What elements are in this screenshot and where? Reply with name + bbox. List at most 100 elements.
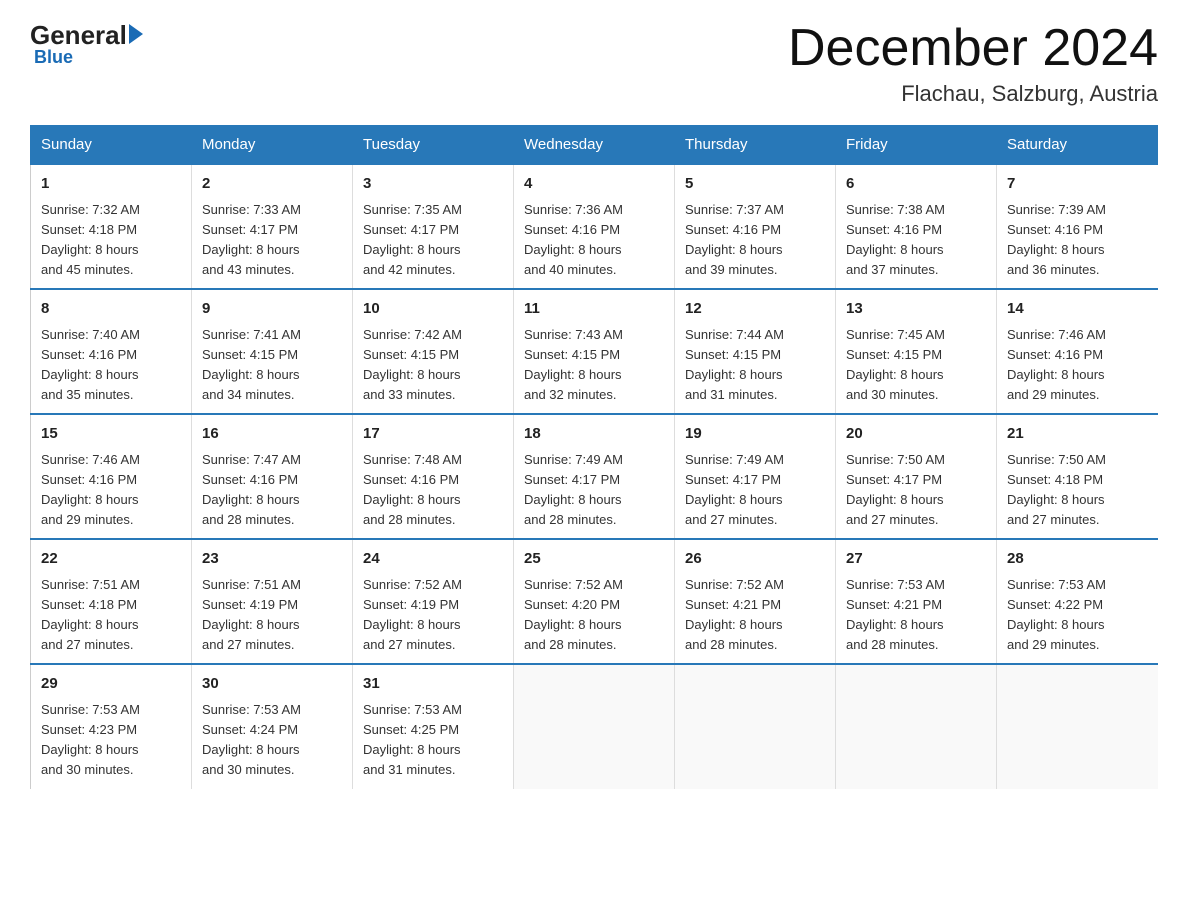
calendar-day-cell: 25 Sunrise: 7:52 AMSunset: 4:20 PMDayligh… (514, 539, 675, 664)
calendar-day-cell: 8 Sunrise: 7:40 AMSunset: 4:16 PMDaylight… (31, 289, 192, 414)
calendar-day-cell: 6 Sunrise: 7:38 AMSunset: 4:16 PMDaylight… (836, 164, 997, 289)
calendar-week-row: 8 Sunrise: 7:40 AMSunset: 4:16 PMDaylight… (31, 289, 1158, 414)
location-subtitle: Flachau, Salzburg, Austria (788, 81, 1158, 107)
calendar-week-row: 22 Sunrise: 7:51 AMSunset: 4:18 PMDayligh… (31, 539, 1158, 664)
logo: General Blue (30, 20, 143, 68)
day-number: 20 (846, 423, 986, 446)
day-info: Sunrise: 7:35 AMSunset: 4:17 PMDaylight:… (363, 200, 503, 281)
calendar-day-cell: 23 Sunrise: 7:51 AMSunset: 4:19 PMDayligh… (192, 539, 353, 664)
day-info: Sunrise: 7:46 AMSunset: 4:16 PMDaylight:… (41, 450, 181, 531)
day-info: Sunrise: 7:49 AMSunset: 4:17 PMDaylight:… (524, 450, 664, 531)
day-info: Sunrise: 7:53 AMSunset: 4:25 PMDaylight:… (363, 700, 503, 781)
day-number: 30 (202, 673, 342, 696)
calendar-day-cell (514, 664, 675, 788)
day-number: 3 (363, 173, 503, 196)
calendar-day-cell: 3 Sunrise: 7:35 AMSunset: 4:17 PMDaylight… (353, 164, 514, 289)
page-header: General Blue December 2024 Flachau, Salz… (30, 20, 1158, 107)
day-info: Sunrise: 7:36 AMSunset: 4:16 PMDaylight:… (524, 200, 664, 281)
calendar-day-cell: 12 Sunrise: 7:44 AMSunset: 4:15 PMDayligh… (675, 289, 836, 414)
day-number: 1 (41, 173, 181, 196)
calendar-day-cell: 2 Sunrise: 7:33 AMSunset: 4:17 PMDaylight… (192, 164, 353, 289)
day-info: Sunrise: 7:53 AMSunset: 4:21 PMDaylight:… (846, 575, 986, 656)
calendar-day-cell: 10Sunrise: 7:42 AMSunset: 4:15 PMDayligh… (353, 289, 514, 414)
day-number: 17 (363, 423, 503, 446)
calendar-day-cell: 5 Sunrise: 7:37 AMSunset: 4:16 PMDaylight… (675, 164, 836, 289)
day-info: Sunrise: 7:53 AMSunset: 4:24 PMDaylight:… (202, 700, 342, 781)
day-number: 26 (685, 548, 825, 571)
calendar-table: SundayMondayTuesdayWednesdayThursdayFrid… (30, 125, 1158, 788)
calendar-day-cell: 31 Sunrise: 7:53 AMSunset: 4:25 PMDayligh… (353, 664, 514, 788)
day-number: 12 (685, 298, 825, 321)
calendar-day-cell: 11Sunrise: 7:43 AMSunset: 4:15 PMDayligh… (514, 289, 675, 414)
calendar-day-cell: 22 Sunrise: 7:51 AMSunset: 4:18 PMDayligh… (31, 539, 192, 664)
calendar-week-row: 1 Sunrise: 7:32 AMSunset: 4:18 PMDaylight… (31, 164, 1158, 289)
calendar-header-saturday: Saturday (997, 126, 1158, 165)
day-number: 25 (524, 548, 664, 571)
calendar-header-sunday: Sunday (31, 126, 192, 165)
calendar-day-cell: 9Sunrise: 7:41 AMSunset: 4:15 PMDaylight… (192, 289, 353, 414)
calendar-day-cell: 28 Sunrise: 7:53 AMSunset: 4:22 PMDayligh… (997, 539, 1158, 664)
day-info: Sunrise: 7:47 AMSunset: 4:16 PMDaylight:… (202, 450, 342, 531)
calendar-day-cell: 13Sunrise: 7:45 AMSunset: 4:15 PMDayligh… (836, 289, 997, 414)
calendar-day-cell: 17Sunrise: 7:48 AMSunset: 4:16 PMDayligh… (353, 414, 514, 539)
day-number: 9 (202, 298, 342, 321)
day-info: Sunrise: 7:33 AMSunset: 4:17 PMDaylight:… (202, 200, 342, 281)
day-info: Sunrise: 7:52 AMSunset: 4:20 PMDaylight:… (524, 575, 664, 656)
day-number: 4 (524, 173, 664, 196)
day-info: Sunrise: 7:53 AMSunset: 4:22 PMDaylight:… (1007, 575, 1148, 656)
calendar-header-friday: Friday (836, 126, 997, 165)
calendar-header-tuesday: Tuesday (353, 126, 514, 165)
day-info: Sunrise: 7:52 AMSunset: 4:21 PMDaylight:… (685, 575, 825, 656)
day-number: 19 (685, 423, 825, 446)
day-info: Sunrise: 7:44 AMSunset: 4:15 PMDaylight:… (685, 325, 825, 406)
title-area: December 2024 Flachau, Salzburg, Austria (788, 20, 1158, 107)
day-info: Sunrise: 7:51 AMSunset: 4:19 PMDaylight:… (202, 575, 342, 656)
day-info: Sunrise: 7:40 AMSunset: 4:16 PMDaylight:… (41, 325, 181, 406)
day-number: 6 (846, 173, 986, 196)
calendar-day-cell: 7Sunrise: 7:39 AMSunset: 4:16 PMDaylight… (997, 164, 1158, 289)
day-number: 2 (202, 173, 342, 196)
calendar-day-cell (997, 664, 1158, 788)
day-number: 8 (41, 298, 181, 321)
day-number: 27 (846, 548, 986, 571)
calendar-day-cell: 14 Sunrise: 7:46 AMSunset: 4:16 PMDayligh… (997, 289, 1158, 414)
day-info: Sunrise: 7:49 AMSunset: 4:17 PMDaylight:… (685, 450, 825, 531)
calendar-day-cell (675, 664, 836, 788)
day-info: Sunrise: 7:50 AMSunset: 4:17 PMDaylight:… (846, 450, 986, 531)
day-number: 29 (41, 673, 181, 696)
calendar-day-cell: 27 Sunrise: 7:53 AMSunset: 4:21 PMDayligh… (836, 539, 997, 664)
day-number: 5 (685, 173, 825, 196)
day-info: Sunrise: 7:53 AMSunset: 4:23 PMDaylight:… (41, 700, 181, 781)
calendar-day-cell: 18Sunrise: 7:49 AMSunset: 4:17 PMDayligh… (514, 414, 675, 539)
calendar-day-cell: 30 Sunrise: 7:53 AMSunset: 4:24 PMDayligh… (192, 664, 353, 788)
day-number: 16 (202, 423, 342, 446)
day-number: 15 (41, 423, 181, 446)
day-info: Sunrise: 7:38 AMSunset: 4:16 PMDaylight:… (846, 200, 986, 281)
calendar-week-row: 29 Sunrise: 7:53 AMSunset: 4:23 PMDayligh… (31, 664, 1158, 788)
day-number: 22 (41, 548, 181, 571)
calendar-header-monday: Monday (192, 126, 353, 165)
calendar-day-cell: 24 Sunrise: 7:52 AMSunset: 4:19 PMDayligh… (353, 539, 514, 664)
day-number: 21 (1007, 423, 1148, 446)
day-number: 31 (363, 673, 503, 696)
day-number: 24 (363, 548, 503, 571)
day-info: Sunrise: 7:52 AMSunset: 4:19 PMDaylight:… (363, 575, 503, 656)
calendar-day-cell: 19 Sunrise: 7:49 AMSunset: 4:17 PMDayligh… (675, 414, 836, 539)
day-number: 23 (202, 548, 342, 571)
day-info: Sunrise: 7:37 AMSunset: 4:16 PMDaylight:… (685, 200, 825, 281)
day-number: 28 (1007, 548, 1148, 571)
day-info: Sunrise: 7:50 AMSunset: 4:18 PMDaylight:… (1007, 450, 1148, 531)
day-info: Sunrise: 7:43 AMSunset: 4:15 PMDaylight:… (524, 325, 664, 406)
calendar-day-cell: 26 Sunrise: 7:52 AMSunset: 4:21 PMDayligh… (675, 539, 836, 664)
day-number: 7 (1007, 173, 1148, 196)
logo-triangle-icon (129, 24, 143, 44)
day-info: Sunrise: 7:45 AMSunset: 4:15 PMDaylight:… (846, 325, 986, 406)
day-info: Sunrise: 7:51 AMSunset: 4:18 PMDaylight:… (41, 575, 181, 656)
day-info: Sunrise: 7:46 AMSunset: 4:16 PMDaylight:… (1007, 325, 1148, 406)
logo-blue-text: Blue (34, 47, 73, 68)
day-info: Sunrise: 7:32 AMSunset: 4:18 PMDaylight:… (41, 200, 181, 281)
calendar-header-thursday: Thursday (675, 126, 836, 165)
calendar-day-cell: 1 Sunrise: 7:32 AMSunset: 4:18 PMDaylight… (31, 164, 192, 289)
calendar-week-row: 15 Sunrise: 7:46 AMSunset: 4:16 PMDayligh… (31, 414, 1158, 539)
day-number: 14 (1007, 298, 1148, 321)
